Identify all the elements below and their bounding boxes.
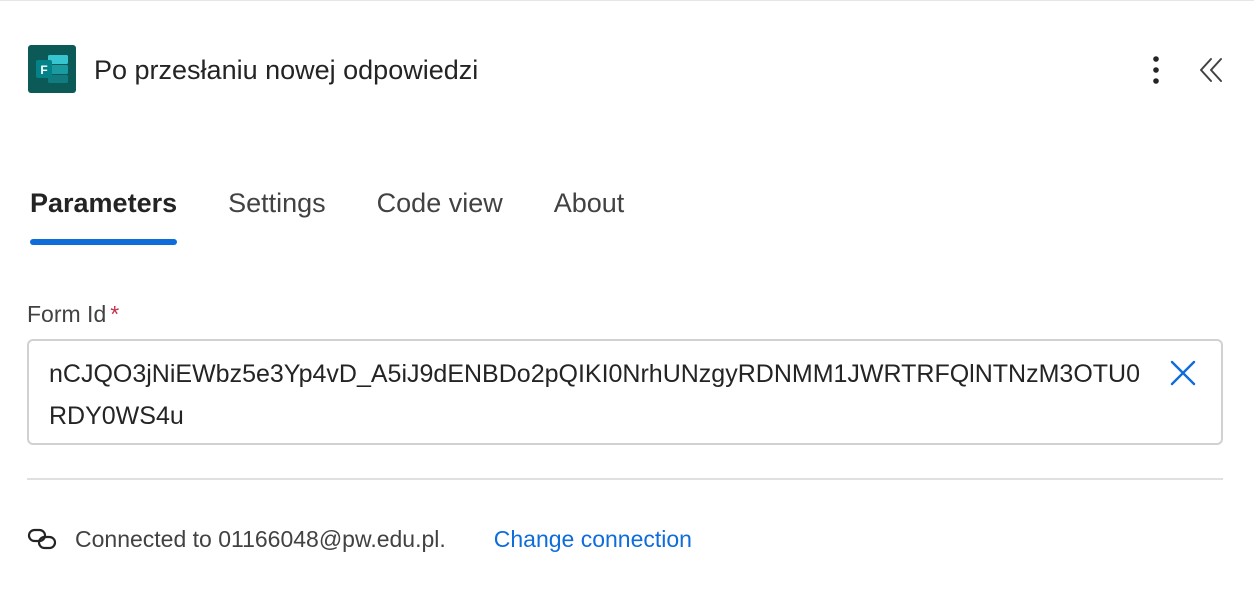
connection-status-text: Connected to 01166048@pw.edu.pl.: [75, 525, 446, 552]
action-title: Po przesłaniu nowej odpowiedzi: [94, 55, 479, 85]
required-marker: *: [110, 301, 120, 327]
form-id-field[interactable]: nCJQO3jNiEWbz5e3Yp4vD_A5iJ9dENBDo2pQIKI0…: [27, 339, 1223, 445]
double-chevron-left-icon: [1200, 58, 1222, 82]
more-vertical-icon: [1153, 56, 1159, 84]
forms-logo-letter: F: [40, 63, 47, 77]
tab-settings[interactable]: Settings: [228, 181, 326, 249]
clear-form-id-button[interactable]: [1167, 357, 1199, 389]
tab-list: Parameters Settings Code view About: [30, 181, 675, 249]
close-icon: [1170, 360, 1196, 386]
connection-row: Connected to 01166048@pw.edu.pl. Change …: [27, 521, 692, 557]
tab-parameters[interactable]: Parameters: [30, 181, 178, 249]
tab-about[interactable]: About: [554, 181, 625, 249]
link-icon: [27, 528, 57, 550]
more-options-button[interactable]: [1138, 52, 1174, 88]
panel-header: F Po przesłaniu nowej odpowiedzi: [28, 45, 1230, 95]
form-id-label: Form Id *: [27, 299, 119, 329]
section-divider: [27, 478, 1223, 480]
collapse-panel-button[interactable]: [1194, 52, 1230, 88]
forms-logo-graphic: F: [36, 55, 68, 83]
form-id-label-text: Form Id: [27, 301, 107, 327]
change-connection-link[interactable]: Change connection: [494, 526, 692, 553]
tab-code-view[interactable]: Code view: [377, 181, 503, 249]
microsoft-forms-icon: F: [28, 45, 76, 93]
form-id-value[interactable]: nCJQO3jNiEWbz5e3Yp4vD_A5iJ9dENBDo2pQIKI0…: [49, 353, 1149, 437]
action-details-panel: F Po przesłaniu nowej odpowiedzi Paramet…: [0, 0, 1254, 598]
